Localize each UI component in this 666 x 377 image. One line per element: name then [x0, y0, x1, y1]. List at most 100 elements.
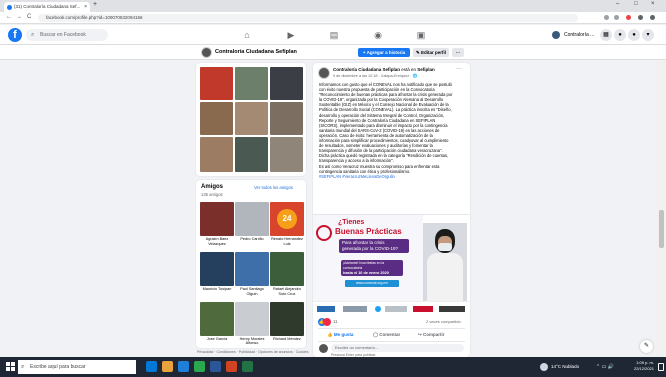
post-author-avatar[interactable] [318, 67, 330, 79]
profile-name[interactable]: Contraloría Ciudadana Sefiplan [215, 45, 297, 60]
friend-name[interactable]: Rafael Alejandro Soto Cruz [270, 287, 304, 296]
post-image[interactable]: ¿Tienes Buenas Prácticas Para afrontar l… [313, 214, 470, 315]
sponsor-logo [317, 306, 335, 312]
friend-name[interactable]: Agustín Baez Velazquez [200, 237, 234, 246]
friend-photo[interactable] [235, 202, 269, 236]
friend-name[interactable]: Paul Santiago Olguin [235, 287, 269, 296]
file-explorer-icon[interactable] [162, 361, 173, 372]
facebook-logo[interactable]: f [8, 28, 22, 42]
taskbar-search-input[interactable]: ⌕ Escribe aquí para buscar [18, 360, 136, 374]
friend-name[interactable]: Renato Hernandez Luis [270, 237, 304, 246]
photo-thumbnail[interactable] [200, 137, 233, 172]
friend-name[interactable]: Jose García [200, 337, 234, 342]
photo-thumbnail[interactable] [200, 102, 233, 135]
love-reaction-icon[interactable] [323, 318, 331, 326]
user-profile-chip[interactable]: Contraloría ... [550, 29, 598, 41]
shirt-shape [427, 253, 463, 301]
powerpoint-icon[interactable] [226, 361, 237, 372]
notifications-icon[interactable]: ● [628, 29, 640, 41]
browser-menu-icon[interactable] [650, 15, 655, 20]
groups-icon[interactable]: ◉ [371, 29, 385, 41]
friend-photo[interactable] [200, 302, 234, 336]
window-maximize-button[interactable]: □ [634, 1, 638, 7]
add-story-button[interactable]: + Agregar a historia [358, 48, 410, 57]
friend-photo[interactable] [235, 302, 269, 336]
profile-icon[interactable] [638, 15, 643, 20]
share-count[interactable]: 2 veces compartido [426, 319, 461, 324]
reaction-count[interactable]: 11 [333, 319, 338, 324]
banner-headline: Buenas Prácticas [335, 227, 402, 236]
notification-center-icon[interactable] [658, 363, 664, 371]
friend-photo[interactable] [270, 252, 304, 286]
channel-24-logo: 24 [277, 209, 297, 229]
friend-photo[interactable]: 24 [270, 202, 304, 236]
scrollbar-thumb[interactable] [659, 210, 664, 248]
photo-thumbnail[interactable] [270, 102, 303, 135]
new-tab-button[interactable]: + [93, 1, 97, 8]
like-label: Me gusta [333, 332, 354, 337]
comment-input[interactable]: Escribe un comentario... [331, 344, 464, 352]
url-input[interactable]: facebook.com/profile.php?id=100070532094… [38, 14, 578, 22]
window-close-button[interactable]: × [651, 1, 655, 7]
messenger-icon[interactable]: ● [614, 29, 626, 41]
photo-thumbnail[interactable] [235, 67, 268, 100]
forward-button[interactable]: → [16, 14, 22, 20]
window-minimize-button[interactable]: – [616, 1, 619, 7]
profile-avatar[interactable] [201, 47, 212, 58]
gaming-icon[interactable]: ▣ [414, 29, 428, 41]
friend-photo[interactable] [200, 252, 234, 286]
friend-photo[interactable] [200, 202, 234, 236]
facebook-search-input[interactable]: ⌕ Buscar en Facebook [26, 29, 108, 41]
post-hashtags[interactable]: #SEFIPLAN #VeracruzMeLlenaDeOrgullo [319, 174, 453, 179]
photo-thumbnail[interactable] [235, 102, 268, 135]
friend-photo[interactable] [235, 252, 269, 286]
weather-label[interactable]: 14°C Nublado [551, 357, 579, 377]
friend-name[interactable]: Henry Morales Alfonso [235, 337, 269, 345]
friend-name[interactable]: Mauricio Tusipan [200, 287, 234, 292]
weather-icon[interactable] [540, 363, 548, 371]
banner-subtitle-2: generada por la COVID-19? [342, 245, 399, 251]
commenter-avatar [319, 344, 328, 353]
watch-icon[interactable]: ▶ [284, 29, 298, 41]
tab-close-icon[interactable]: × [84, 2, 87, 12]
photo-thumbnail[interactable] [200, 67, 233, 100]
photo-thumbnail[interactable] [270, 137, 303, 172]
footer-links[interactable]: Privacidad · Condiciones · Publicidad · … [197, 350, 309, 354]
task-view-icon[interactable] [146, 361, 157, 372]
post-more-button[interactable]: ··· [456, 66, 462, 72]
browser-tab[interactable]: (31) Contraloría Ciudadana Sef... × [4, 2, 90, 12]
extension-icon[interactable] [614, 15, 619, 20]
taskbar-clock[interactable]: 1:09 p. m. 22/12/2021 [624, 360, 654, 372]
edit-profile-button[interactable]: ✎ Editar perfil [413, 48, 449, 57]
photo-thumbnail[interactable] [235, 137, 268, 172]
friend-photo[interactable] [270, 302, 304, 336]
friend-name[interactable]: Richard Mendez [270, 337, 304, 342]
home-icon[interactable]: ⌂ [240, 29, 254, 41]
chrome-icon[interactable] [194, 361, 205, 372]
menu-icon[interactable]: ▦ [600, 29, 612, 41]
post-meta[interactable]: 9 de diciembre a las 12:18 · Xalapa-Enrí… [333, 73, 417, 78]
tray-icons[interactable]: ⌃ ▭ 🔊 [596, 357, 614, 377]
see-all-friends-link[interactable]: Ver todos los amigos [254, 185, 293, 190]
post-author[interactable]: Contraloría Ciudadana Sefiplan [333, 67, 400, 72]
comment-button[interactable]: ◯ Comentar [373, 330, 413, 340]
back-button[interactable]: ← [6, 14, 12, 20]
page-scrollbar[interactable] [657, 60, 666, 357]
windows-start-icon[interactable] [6, 362, 15, 371]
post-place[interactable]: Sefiplan [417, 67, 435, 72]
excel-icon[interactable] [242, 361, 253, 372]
word-icon[interactable] [210, 361, 221, 372]
banner-date: hasta el 10 de enero 2020 [343, 271, 389, 275]
reload-button[interactable]: C [27, 14, 31, 20]
more-options-button[interactable]: ··· [452, 48, 464, 57]
extension-icon[interactable] [604, 15, 609, 20]
new-message-button[interactable]: ✎ [640, 340, 653, 353]
friend-name[interactable]: Pedro Carrillo [235, 237, 269, 242]
edge-icon[interactable] [178, 361, 189, 372]
share-button[interactable]: ↪ Compartir [418, 330, 458, 340]
photo-thumbnail[interactable] [270, 67, 303, 100]
marketplace-icon[interactable]: ▤ [327, 29, 341, 41]
extension-icon[interactable] [626, 15, 631, 20]
like-button[interactable]: 👍 Me gusta [327, 330, 367, 340]
account-icon[interactable]: ▾ [642, 29, 654, 41]
